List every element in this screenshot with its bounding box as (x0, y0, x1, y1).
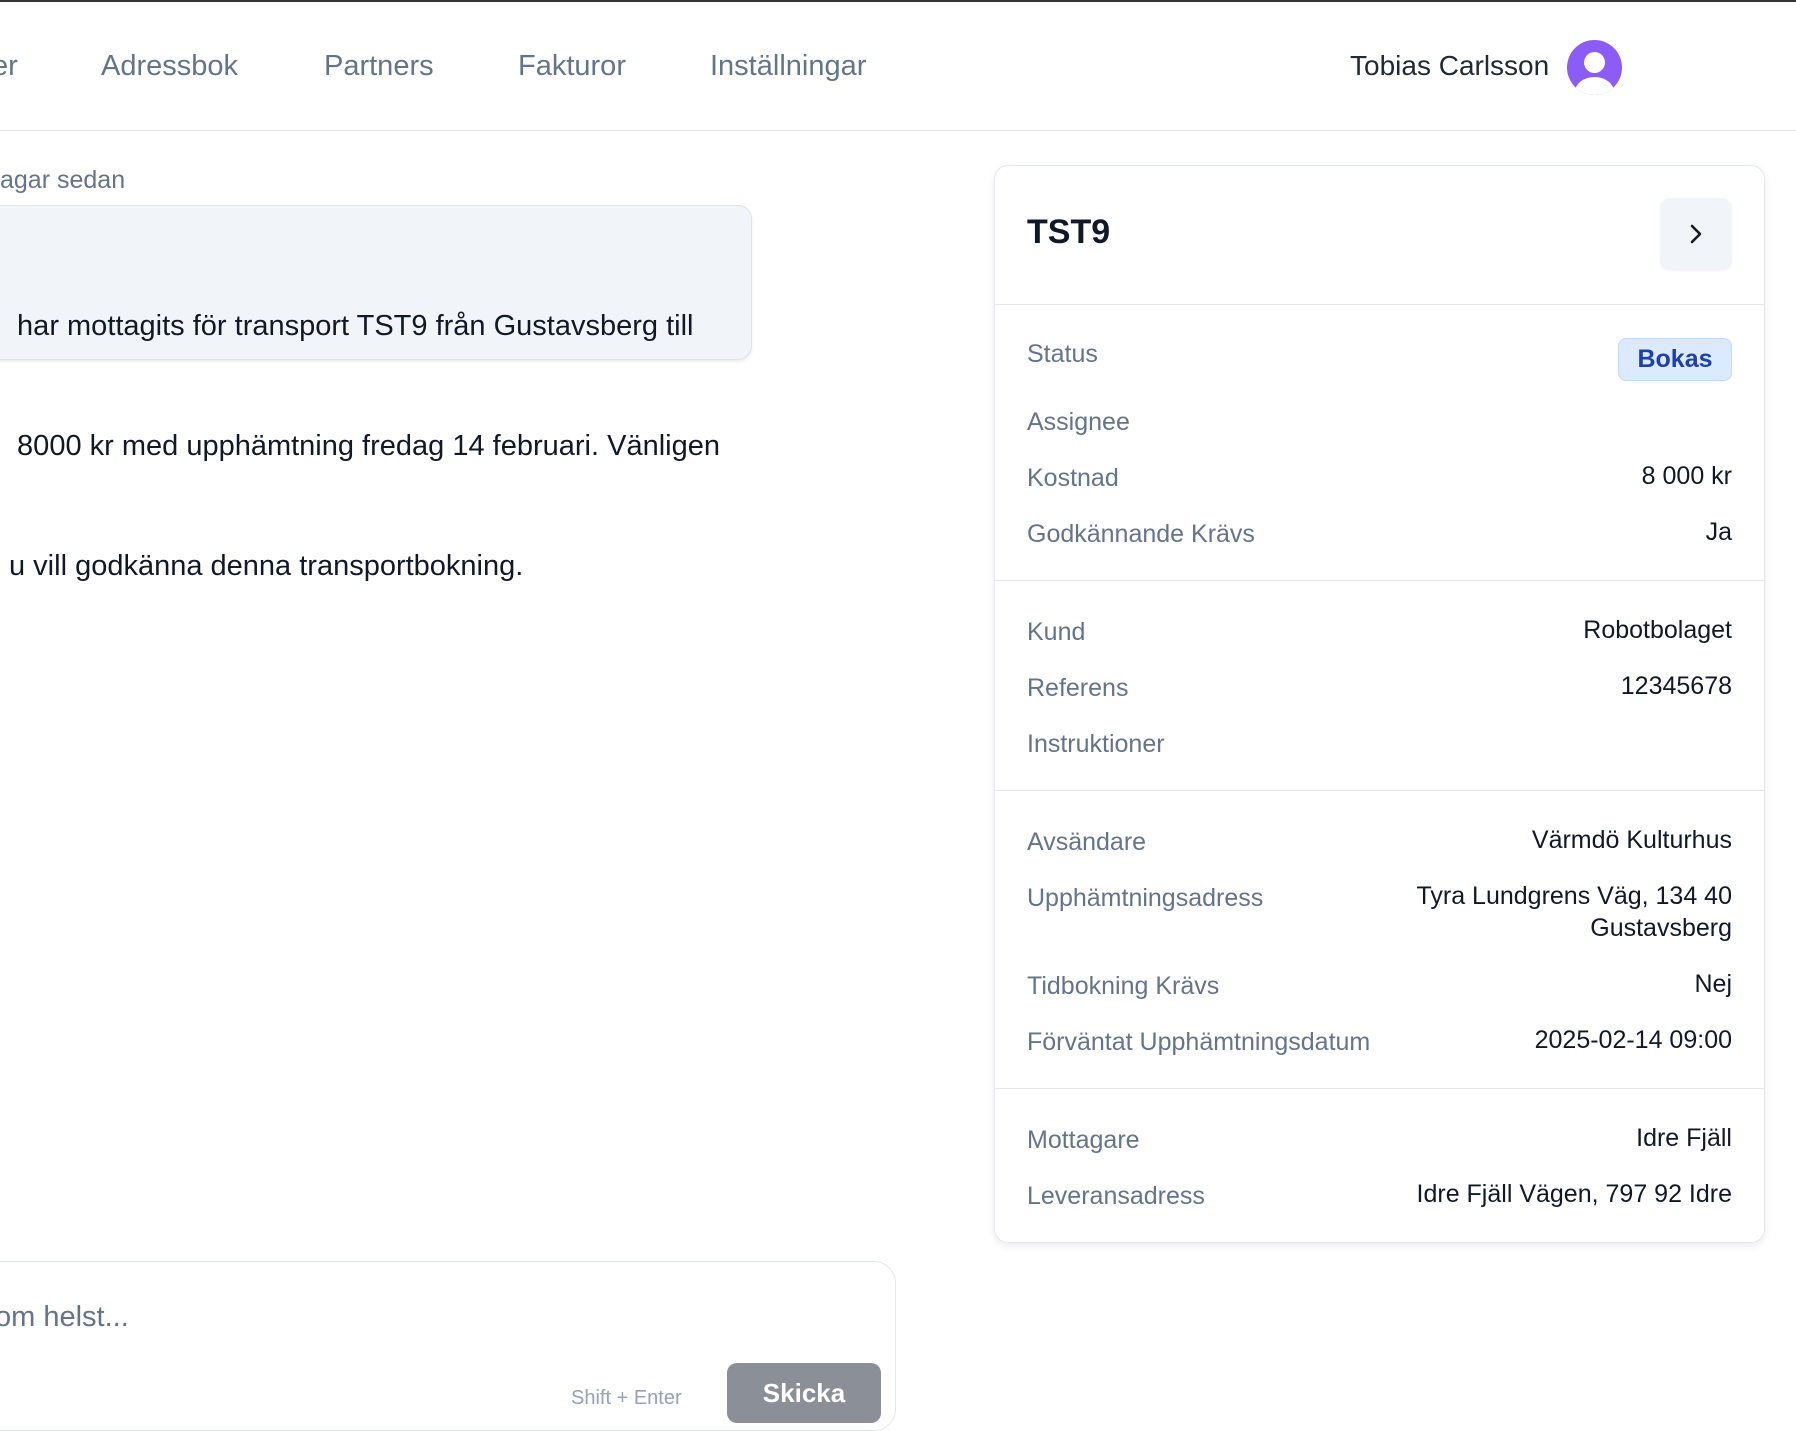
recipient-value: Idre Fjäll (1636, 1124, 1732, 1152)
nav-item-truncated[interactable]: er (0, 50, 18, 83)
avatar-body-shape (1575, 77, 1614, 95)
recipient-label: Mottagare (1027, 1126, 1140, 1154)
expected-pickup-label: Förväntat Upphämtningsdatum (1027, 1028, 1371, 1056)
pickup-address-label: Upphämtningsadress (1027, 884, 1264, 912)
message-text: har mottagits för transport TST9 från Gu… (9, 226, 749, 666)
instructions-label: Instruktioner (1027, 730, 1165, 758)
assignee-label: Assignee (1027, 408, 1130, 436)
cost-value: 8 000 kr (1641, 462, 1732, 490)
pickup-address-line: Gustavsberg (1590, 914, 1732, 942)
transport-details-panel: TST9 Status Bokas Assignee Kostnad 8 000… (994, 165, 1765, 1243)
message-line: u vill godkänna denna transportbokning. (9, 550, 524, 582)
status-label: Status (1027, 340, 1098, 368)
section-divider (995, 790, 1764, 791)
time-booking-value: Nej (1694, 970, 1732, 998)
message-timestamp: agar sedan (0, 166, 126, 194)
send-button[interactable]: Skicka (727, 1363, 881, 1423)
avatar-head-shape (1584, 52, 1605, 73)
message-composer: Shift + Enter Skicka (0, 1261, 896, 1431)
nav-item-partners[interactable]: Partners (324, 50, 434, 83)
top-navigation: er Adressbok Partners Fakturor Inställni… (0, 2, 1796, 131)
section-divider (995, 304, 1764, 305)
keyboard-hint: Shift + Enter (571, 1387, 682, 1409)
message-line: 8000 kr med upphämtning fredag 14 februa… (9, 430, 720, 462)
user-avatar-icon[interactable] (1567, 40, 1622, 95)
status-badge: Bokas (1618, 338, 1732, 381)
open-transport-button[interactable] (1660, 198, 1732, 270)
message-bubble: har mottagits för transport TST9 från Gu… (0, 205, 752, 582)
cost-label: Kostnad (1027, 464, 1119, 492)
panel-title: TST9 (1027, 213, 1111, 251)
message-input[interactable] (0, 1292, 695, 1342)
customer-value: Robotbolaget (1583, 616, 1732, 644)
nav-item-adressbok[interactable]: Adressbok (101, 50, 238, 83)
reference-value: 12345678 (1620, 672, 1732, 700)
delivery-address-value: Idre Fjäll Vägen, 797 92 Idre (1416, 1180, 1732, 1208)
sender-label: Avsändare (1027, 828, 1147, 856)
chevron-right-icon (1690, 224, 1702, 244)
user-name[interactable]: Tobias Carlsson (1350, 50, 1549, 82)
time-booking-label: Tidbokning Krävs (1027, 972, 1220, 1000)
customer-label: Kund (1027, 618, 1086, 646)
nav-item-installningar[interactable]: Inställningar (710, 50, 866, 83)
approval-required-value: Ja (1705, 518, 1732, 546)
reference-label: Referens (1027, 674, 1129, 702)
message-line: har mottagits för transport TST9 från Gu… (9, 310, 694, 342)
pickup-address-value: Tyra Lundgrens Väg, 134 40 Gustavsberg (1416, 880, 1732, 944)
pickup-address-line: Tyra Lundgrens Väg, 134 40 (1416, 882, 1732, 910)
nav-item-fakturor[interactable]: Fakturor (518, 50, 626, 83)
approval-required-label: Godkännande Krävs (1027, 520, 1255, 548)
sender-value: Värmdö Kulturhus (1531, 826, 1732, 854)
delivery-address-label: Leveransadress (1027, 1182, 1205, 1210)
section-divider (995, 580, 1764, 581)
section-divider (995, 1088, 1764, 1089)
expected-pickup-value: 2025-02-14 09:00 (1534, 1026, 1732, 1054)
